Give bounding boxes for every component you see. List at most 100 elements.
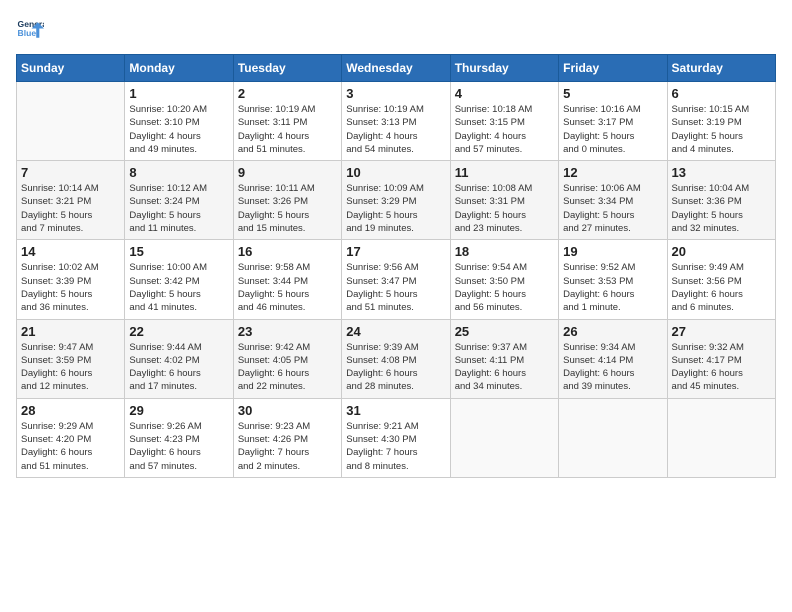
week-row-3: 14 Sunrise: 10:02 AM Sunset: 3:39 PM Dayl… bbox=[17, 240, 776, 319]
day-number: 30 bbox=[238, 403, 337, 418]
day-cell: 25 Sunrise: 9:37 AM Sunset: 4:11 PM Dayli… bbox=[450, 319, 558, 398]
day-number: 2 bbox=[238, 86, 337, 101]
weekday-header-saturday: Saturday bbox=[667, 55, 775, 82]
svg-text:Blue: Blue bbox=[18, 28, 37, 38]
day-cell: 17Sunrise: 9:56 AM Sunset: 3:47 PM Dayli… bbox=[342, 240, 450, 319]
day-cell: 31 Sunrise: 9:21 AM Sunset: 4:30 PM Dayli… bbox=[342, 398, 450, 477]
day-info: Sunrise: 9:58 AM Sunset: 3:44 PM Dayligh… bbox=[238, 261, 337, 314]
day-cell: 4 Sunrise: 10:18 AM Sunset: 3:15 PM Dayli… bbox=[450, 82, 558, 161]
day-cell: 30 Sunrise: 9:23 AM Sunset: 4:26 PM Dayli… bbox=[233, 398, 341, 477]
day-info: Sunrise: 9:23 AM Sunset: 4:26 PM Dayligh… bbox=[238, 420, 337, 473]
day-info: Sunrise: 10:19 AM Sunset: 3:13 PM Daylig… bbox=[346, 103, 445, 156]
day-number: 28 bbox=[21, 403, 120, 418]
day-number: 21 bbox=[21, 324, 120, 339]
day-info: Sunrise: 10:04 AM Sunset: 3:36 PM Daylig… bbox=[672, 182, 771, 235]
day-number: 8 bbox=[129, 165, 228, 180]
day-cell: 18 Sunrise: 9:54 AM Sunset: 3:50 PM Dayli… bbox=[450, 240, 558, 319]
day-cell: 23 Sunrise: 9:42 AM Sunset: 4:05 PM Dayli… bbox=[233, 319, 341, 398]
day-info: Sunrise: 10:02 AM Sunset: 3:39 PM Daylig… bbox=[21, 261, 120, 314]
day-number: 13 bbox=[672, 165, 771, 180]
day-info: Sunrise: 10:15 AM Sunset: 3:19 PM Daylig… bbox=[672, 103, 771, 156]
day-number: 20 bbox=[672, 244, 771, 259]
weekday-header-sunday: Sunday bbox=[17, 55, 125, 82]
day-cell: 22 Sunrise: 9:44 AM Sunset: 4:02 PM Dayli… bbox=[125, 319, 233, 398]
weekday-header-wednesday: Wednesday bbox=[342, 55, 450, 82]
day-info: Sunrise: 9:37 AM Sunset: 4:11 PM Dayligh… bbox=[455, 341, 554, 394]
day-info: Sunrise: 10:18 AM Sunset: 3:15 PM Daylig… bbox=[455, 103, 554, 156]
day-cell: 3 Sunrise: 10:19 AM Sunset: 3:13 PM Dayli… bbox=[342, 82, 450, 161]
day-cell: 15 Sunrise: 10:00 AM Sunset: 3:42 PM Dayl… bbox=[125, 240, 233, 319]
calendar-table: SundayMondayTuesdayWednesdayThursdayFrid… bbox=[16, 54, 776, 478]
day-number: 24 bbox=[346, 324, 445, 339]
weekday-header-friday: Friday bbox=[559, 55, 667, 82]
day-cell: 8 Sunrise: 10:12 AM Sunset: 3:24 PM Dayli… bbox=[125, 161, 233, 240]
day-number: 23 bbox=[238, 324, 337, 339]
day-number: 3 bbox=[346, 86, 445, 101]
day-info: Sunrise: 10:00 AM Sunset: 3:42 PM Daylig… bbox=[129, 261, 228, 314]
day-number: 14 bbox=[21, 244, 120, 259]
day-info: Sunrise: 9:42 AM Sunset: 4:05 PM Dayligh… bbox=[238, 341, 337, 394]
day-info: Sunrise: 9:54 AM Sunset: 3:50 PM Dayligh… bbox=[455, 261, 554, 314]
day-cell: 9Sunrise: 10:11 AM Sunset: 3:26 PM Dayli… bbox=[233, 161, 341, 240]
day-info: Sunrise: 9:26 AM Sunset: 4:23 PM Dayligh… bbox=[129, 420, 228, 473]
day-info: Sunrise: 10:06 AM Sunset: 3:34 PM Daylig… bbox=[563, 182, 662, 235]
day-number: 6 bbox=[672, 86, 771, 101]
day-number: 12 bbox=[563, 165, 662, 180]
week-row-2: 7 Sunrise: 10:14 AM Sunset: 3:21 PM Dayli… bbox=[17, 161, 776, 240]
day-cell: 24Sunrise: 9:39 AM Sunset: 4:08 PM Dayli… bbox=[342, 319, 450, 398]
day-number: 4 bbox=[455, 86, 554, 101]
day-info: Sunrise: 9:34 AM Sunset: 4:14 PM Dayligh… bbox=[563, 341, 662, 394]
day-number: 19 bbox=[563, 244, 662, 259]
day-cell bbox=[667, 398, 775, 477]
week-row-1: 1Sunrise: 10:20 AM Sunset: 3:10 PM Dayli… bbox=[17, 82, 776, 161]
day-number: 7 bbox=[21, 165, 120, 180]
day-cell: 1Sunrise: 10:20 AM Sunset: 3:10 PM Dayli… bbox=[125, 82, 233, 161]
day-info: Sunrise: 10:09 AM Sunset: 3:29 PM Daylig… bbox=[346, 182, 445, 235]
day-info: Sunrise: 9:29 AM Sunset: 4:20 PM Dayligh… bbox=[21, 420, 120, 473]
day-info: Sunrise: 10:12 AM Sunset: 3:24 PM Daylig… bbox=[129, 182, 228, 235]
day-cell: 16Sunrise: 9:58 AM Sunset: 3:44 PM Dayli… bbox=[233, 240, 341, 319]
day-info: Sunrise: 10:19 AM Sunset: 3:11 PM Daylig… bbox=[238, 103, 337, 156]
day-cell: 29Sunrise: 9:26 AM Sunset: 4:23 PM Dayli… bbox=[125, 398, 233, 477]
week-row-5: 28 Sunrise: 9:29 AM Sunset: 4:20 PM Dayli… bbox=[17, 398, 776, 477]
day-number: 18 bbox=[455, 244, 554, 259]
day-info: Sunrise: 10:20 AM Sunset: 3:10 PM Daylig… bbox=[129, 103, 228, 156]
day-cell: 28 Sunrise: 9:29 AM Sunset: 4:20 PM Dayli… bbox=[17, 398, 125, 477]
day-cell: 26 Sunrise: 9:34 AM Sunset: 4:14 PM Dayli… bbox=[559, 319, 667, 398]
day-cell: 10 Sunrise: 10:09 AM Sunset: 3:29 PM Dayl… bbox=[342, 161, 450, 240]
day-info: Sunrise: 9:49 AM Sunset: 3:56 PM Dayligh… bbox=[672, 261, 771, 314]
day-cell: 5Sunrise: 10:16 AM Sunset: 3:17 PM Dayli… bbox=[559, 82, 667, 161]
day-cell: 27 Sunrise: 9:32 AM Sunset: 4:17 PM Dayli… bbox=[667, 319, 775, 398]
day-cell: 11Sunrise: 10:08 AM Sunset: 3:31 PM Dayl… bbox=[450, 161, 558, 240]
day-cell: 19 Sunrise: 9:52 AM Sunset: 3:53 PM Dayli… bbox=[559, 240, 667, 319]
day-number: 22 bbox=[129, 324, 228, 339]
day-cell: 13 Sunrise: 10:04 AM Sunset: 3:36 PM Dayl… bbox=[667, 161, 775, 240]
day-info: Sunrise: 9:32 AM Sunset: 4:17 PM Dayligh… bbox=[672, 341, 771, 394]
day-number: 10 bbox=[346, 165, 445, 180]
logo-icon: General Blue bbox=[16, 16, 44, 44]
weekday-header-row: SundayMondayTuesdayWednesdayThursdayFrid… bbox=[17, 55, 776, 82]
day-cell: 21 Sunrise: 9:47 AM Sunset: 3:59 PM Dayli… bbox=[17, 319, 125, 398]
logo: General Blue bbox=[16, 16, 48, 44]
day-info: Sunrise: 9:56 AM Sunset: 3:47 PM Dayligh… bbox=[346, 261, 445, 314]
day-cell: 6 Sunrise: 10:15 AM Sunset: 3:19 PM Dayli… bbox=[667, 82, 775, 161]
day-cell: 14 Sunrise: 10:02 AM Sunset: 3:39 PM Dayl… bbox=[17, 240, 125, 319]
day-number: 5 bbox=[563, 86, 662, 101]
weekday-header-thursday: Thursday bbox=[450, 55, 558, 82]
day-number: 25 bbox=[455, 324, 554, 339]
page-header: General Blue bbox=[16, 16, 776, 44]
day-number: 15 bbox=[129, 244, 228, 259]
day-info: Sunrise: 9:47 AM Sunset: 3:59 PM Dayligh… bbox=[21, 341, 120, 394]
day-info: Sunrise: 10:08 AM Sunset: 3:31 PM Daylig… bbox=[455, 182, 554, 235]
day-cell: 7 Sunrise: 10:14 AM Sunset: 3:21 PM Dayli… bbox=[17, 161, 125, 240]
day-number: 26 bbox=[563, 324, 662, 339]
day-number: 31 bbox=[346, 403, 445, 418]
day-number: 27 bbox=[672, 324, 771, 339]
day-info: Sunrise: 9:21 AM Sunset: 4:30 PM Dayligh… bbox=[346, 420, 445, 473]
day-cell bbox=[450, 398, 558, 477]
day-number: 9 bbox=[238, 165, 337, 180]
day-info: Sunrise: 9:44 AM Sunset: 4:02 PM Dayligh… bbox=[129, 341, 228, 394]
day-info: Sunrise: 10:14 AM Sunset: 3:21 PM Daylig… bbox=[21, 182, 120, 235]
day-info: Sunrise: 9:52 AM Sunset: 3:53 PM Dayligh… bbox=[563, 261, 662, 314]
day-cell: 20 Sunrise: 9:49 AM Sunset: 3:56 PM Dayli… bbox=[667, 240, 775, 319]
